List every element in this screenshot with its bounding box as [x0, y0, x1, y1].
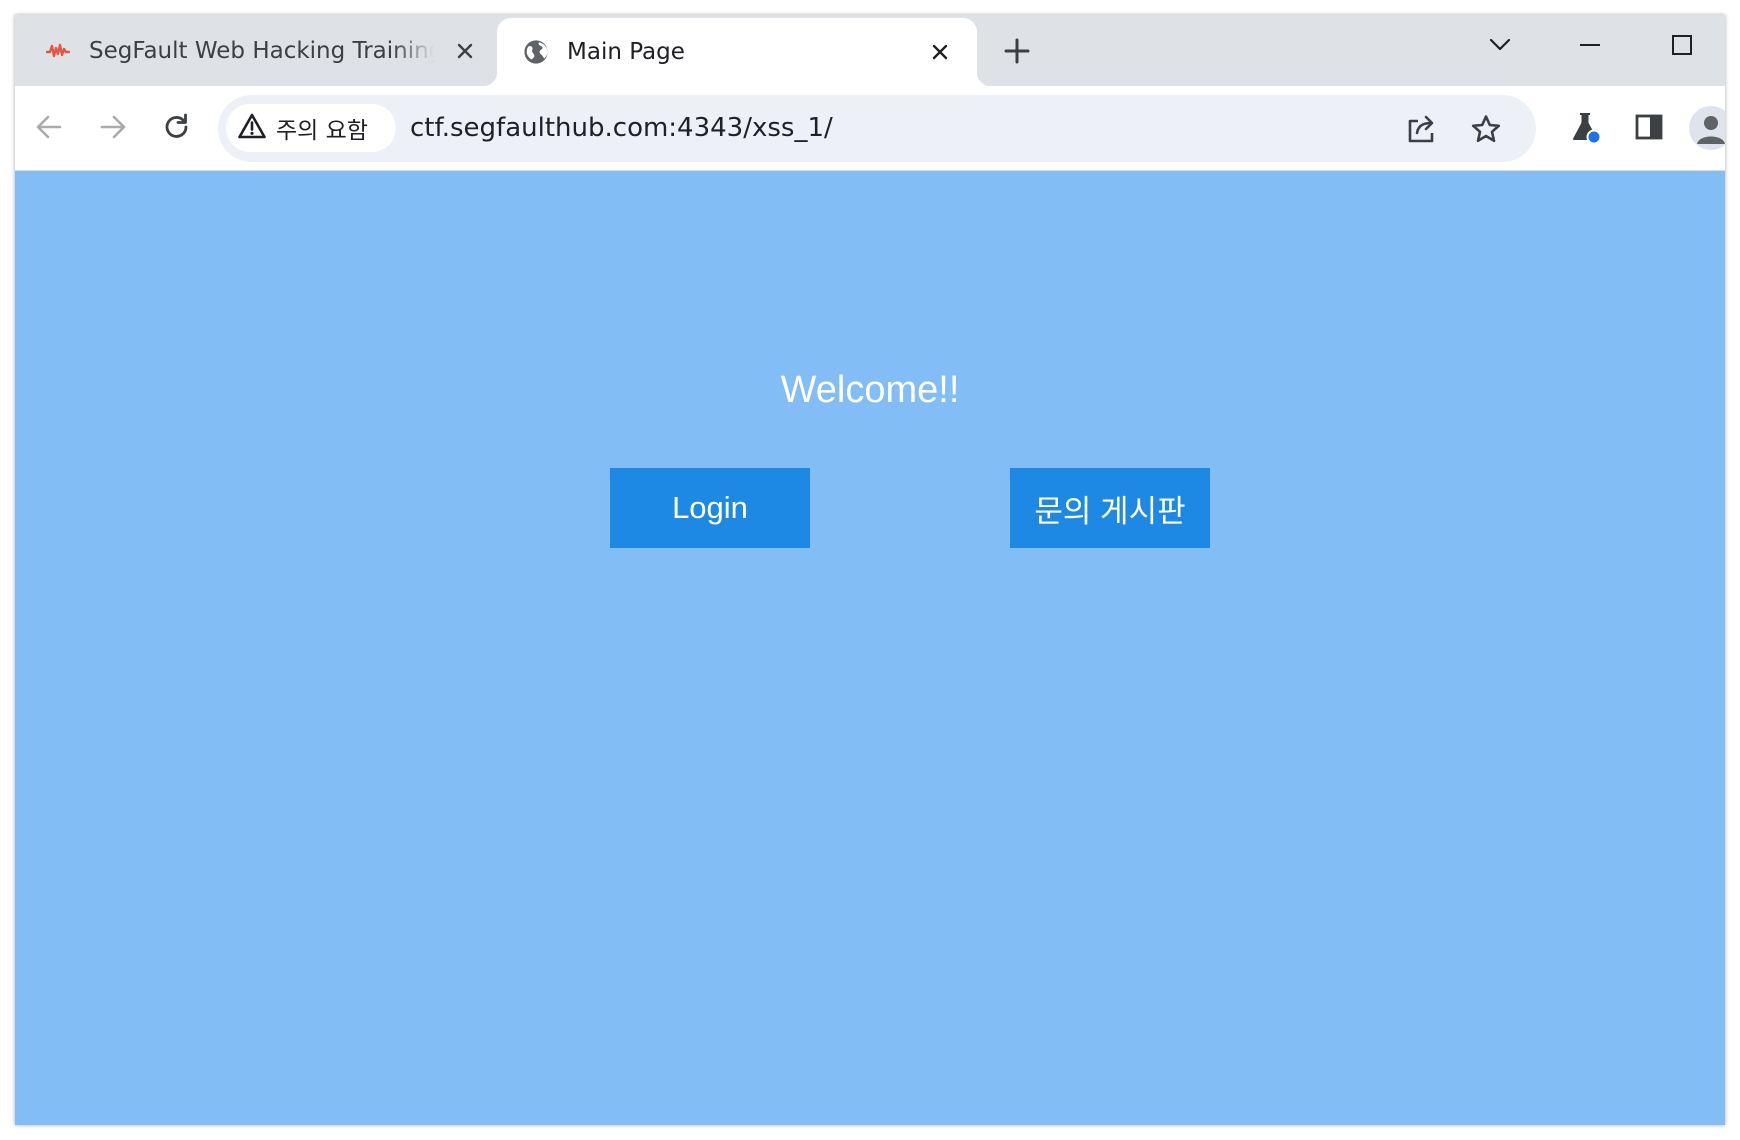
maximize-icon[interactable]	[1662, 25, 1702, 65]
tab-main-page[interactable]: Main Page	[483, 18, 991, 86]
url-text[interactable]: ctf.segfaulthub.com:4343/xss_1/	[410, 95, 833, 162]
tab-title: SegFault Web Hacking Training	[89, 37, 434, 64]
browser-toolbar: 주의 요함 ctf.segfaulthub.com:4343/xss_1/	[15, 86, 1725, 171]
security-chip[interactable]: 주의 요함	[226, 104, 396, 152]
security-label: 주의 요함	[276, 118, 368, 144]
warning-triangle-icon	[238, 113, 266, 143]
profile-avatar-icon[interactable]	[1689, 106, 1725, 150]
tab-strip: SegFault Web Hacking Training Main Page	[15, 15, 1725, 86]
reload-icon[interactable]	[155, 105, 199, 149]
back-arrow-icon[interactable]	[27, 105, 71, 149]
share-icon[interactable]	[1400, 107, 1444, 151]
bookmark-star-icon[interactable]	[1464, 107, 1508, 151]
segfault-logo-icon	[45, 38, 71, 64]
welcome-heading: Welcome!!	[780, 369, 960, 411]
browser-window: SegFault Web Hacking Training Main Page	[15, 15, 1725, 1125]
login-button[interactable]: Login	[610, 468, 810, 548]
inquiry-board-button[interactable]: 문의 게시판	[1010, 468, 1210, 548]
globe-icon	[523, 39, 549, 65]
tab-close-icon[interactable]	[450, 36, 480, 66]
labs-flask-icon[interactable]	[1564, 105, 1608, 149]
new-tab-plus-icon[interactable]	[1000, 34, 1034, 68]
tab-close-icon[interactable]	[925, 37, 955, 67]
tab-title: Main Page	[567, 39, 685, 65]
chevron-down-icon[interactable]	[1480, 25, 1520, 65]
tab-segfault[interactable]: SegFault Web Hacking Training	[15, 15, 497, 86]
side-panel-icon[interactable]	[1627, 105, 1671, 149]
address-bar[interactable]: 주의 요함 ctf.segfaulthub.com:4343/xss_1/	[218, 95, 1536, 162]
page-content: Welcome!! Login 문의 게시판	[15, 171, 1725, 1125]
forward-arrow-icon[interactable]	[91, 105, 135, 149]
minimize-icon[interactable]	[1570, 25, 1610, 65]
